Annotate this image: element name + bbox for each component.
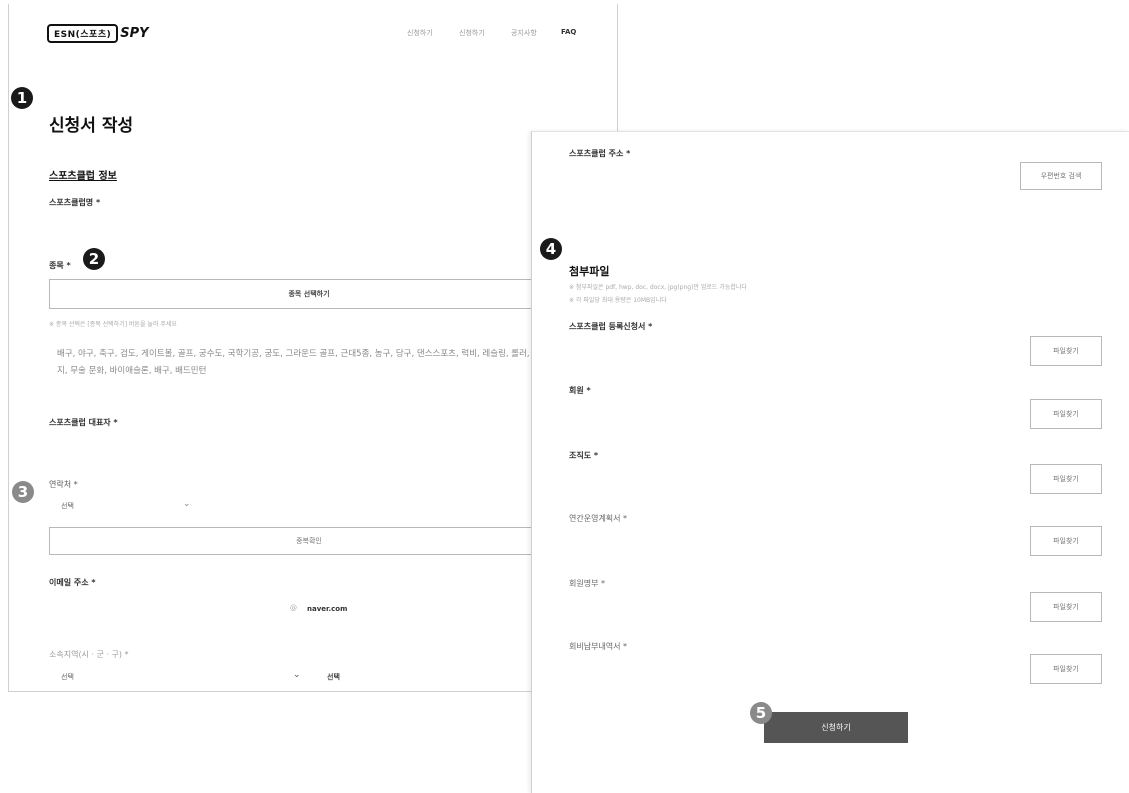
email-local-input[interactable]	[49, 594, 279, 614]
logo-mark: ESN(스포츠)	[47, 24, 119, 43]
page-title: 신청서 작성	[49, 116, 134, 136]
chevron-down-icon: ⌄	[293, 670, 301, 680]
representative-input[interactable]	[49, 432, 569, 452]
contact-prefix-select[interactable]: 선택 ⌄	[61, 499, 195, 517]
nav-item-faq[interactable]: FAQ	[561, 28, 576, 36]
contact-prefix-value: 선택	[61, 502, 74, 510]
club-name-input[interactable]	[49, 210, 569, 230]
chevron-down-icon: ⌄	[183, 499, 191, 509]
file-label-members: 회원 *	[569, 386, 591, 395]
email-label: 이메일 주소 *	[49, 578, 96, 587]
file-browse-button-member-roster[interactable]: 파일찾기	[1030, 592, 1102, 622]
nav-item-apply-2[interactable]: 신청하기	[459, 28, 485, 38]
attachment-page: 스포츠클럽 주소 * 우편번호 검색 첨부파일 ※ 첨부파일은 pdf, hwp…	[531, 131, 1129, 793]
step-badge-3: 3	[12, 481, 34, 503]
club-name-label: 스포츠클럽명 *	[49, 198, 101, 207]
file-browse-button-annual-plan[interactable]: 파일찾기	[1030, 526, 1102, 556]
representative-label: 스포츠클럽 대표자 *	[49, 418, 118, 427]
step-badge-4: 4	[540, 238, 562, 260]
club-address-label: 스포츠클럽 주소 *	[569, 149, 631, 158]
site-logo[interactable]: ESN(스포츠) SPY	[47, 24, 149, 43]
file-browse-button-registration[interactable]: 파일찾기	[1030, 336, 1102, 366]
nav-item-notice[interactable]: 공지사항	[511, 28, 537, 38]
file-label-registration: 스포츠클럽 등록신청서 *	[569, 322, 653, 331]
application-form-page: ESN(스포츠) SPY 신청하기 신청하기 공지사항 FAQ 신청서 작성 스…	[8, 4, 618, 692]
region-district-select[interactable]: 선택	[327, 672, 527, 688]
region-label: 소속지역(시 · 군 · 구) *	[49, 650, 129, 659]
file-label-annual-plan: 연간운영계획서 *	[569, 514, 628, 523]
region-city-value: 선택	[61, 673, 74, 681]
attachment-title: 첨부파일	[569, 265, 610, 278]
region-district-value: 선택	[327, 673, 340, 681]
file-browse-button-members[interactable]: 파일찾기	[1030, 399, 1102, 429]
contact-label: 연락처 *	[49, 480, 78, 489]
file-label-member-roster: 회원명부 *	[569, 579, 605, 588]
email-domain-input[interactable]: naver.com	[307, 605, 347, 613]
step-badge-2: 2	[83, 248, 105, 270]
email-at-sign: @	[290, 604, 297, 612]
attachment-note-size: ※ 각 파일당 최대 용량은 10MB입니다	[569, 297, 667, 304]
select-sport-button[interactable]: 종목 선택하기	[49, 279, 569, 309]
duplicate-check-button[interactable]: 중복확인	[49, 527, 569, 555]
file-label-fee-statement: 회비납부내역서 *	[569, 642, 628, 651]
file-browse-button-fee-statement[interactable]: 파일찾기	[1030, 654, 1102, 684]
submit-application-button[interactable]: 신청하기	[764, 712, 908, 743]
step-badge-5: 5	[750, 702, 772, 724]
attachment-note-format: ※ 첨부파일은 pdf, hwp, doc, docx, jpg(png)만 업…	[569, 284, 747, 291]
step-badge-1: 1	[11, 87, 33, 109]
sport-list: 배구, 야구, 축구, 검도, 게이트볼, 골프, 궁수도, 국학기공, 궁도,…	[57, 349, 541, 376]
file-label-org-chart: 조직도 *	[569, 451, 599, 460]
file-browse-button-org-chart[interactable]: 파일찾기	[1030, 464, 1102, 494]
sport-label: 종목 *	[49, 261, 71, 270]
postcode-search-button[interactable]: 우편번호 검색	[1020, 162, 1102, 190]
region-city-select[interactable]: 선택 ⌄	[61, 670, 303, 688]
section-title-club-info: 스포츠클럽 정보	[49, 171, 117, 182]
nav-item-apply[interactable]: 신청하기	[407, 28, 433, 38]
logo-text: SPY	[120, 26, 149, 41]
sport-hint: ※ 종목 선택은 [종목 선택하기] 버튼을 눌러 주세요	[49, 321, 177, 328]
